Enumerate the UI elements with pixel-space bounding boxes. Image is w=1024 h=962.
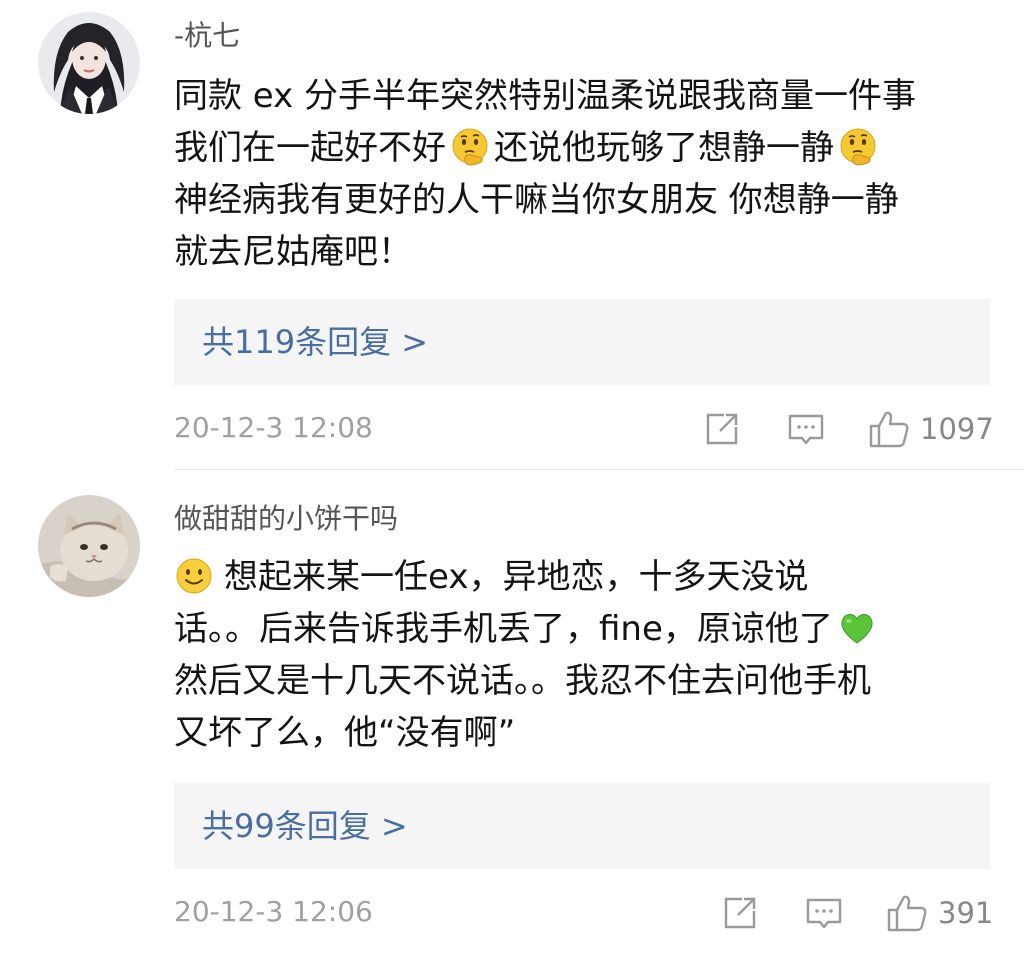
- thumbs-up-icon: [886, 893, 928, 933]
- comment-line-text: 还说他玩够了想静一静: [494, 128, 834, 168]
- share-button[interactable]: [702, 409, 742, 449]
- thinking-face-emoji-icon: [838, 127, 878, 167]
- comment-footer: 20-12-3 12:08 1097: [174, 407, 994, 451]
- share-button[interactable]: [720, 893, 760, 933]
- replies-box[interactable]: 共119条回复 >: [174, 299, 990, 385]
- username[interactable]: -杭七: [174, 22, 240, 50]
- view-replies-link[interactable]: 共99条回复 >: [202, 806, 408, 846]
- like-count: 1097: [920, 412, 994, 446]
- comment-line: 然后又是十几天不说话。。我忍不住去问他手机: [174, 661, 871, 701]
- comment-icon: [786, 409, 826, 449]
- username[interactable]: 做甜甜的小饼干吗: [174, 505, 398, 533]
- comment-text: 同款 ex 分手半年突然特别温柔说跟我商量一件事 我们在一起好不好 还说他玩够了想…: [174, 70, 994, 278]
- avatar-girl-portrait-icon: [38, 12, 140, 114]
- comment-button[interactable]: [786, 409, 826, 449]
- like-button[interactable]: 391: [886, 893, 994, 933]
- comment-text: 想起来某一任ex，异地恋，十多天没说 话。。后来告诉我手机丢了，fine，原谅他…: [174, 551, 994, 759]
- thinking-face-emoji-icon: [450, 127, 490, 167]
- avatar-cat-photo-icon: [38, 495, 140, 597]
- green-heart-emoji-icon: [837, 608, 877, 648]
- like-button[interactable]: 1097: [868, 409, 994, 449]
- comment-card: 做甜甜的小饼干吗 想起来某一任ex，异地恋，十多天没说 话。。后来告诉我手机丢了…: [0, 471, 1024, 962]
- comment-line: 神经病我有更好的人干嘛当你女朋友 你想静一静: [174, 180, 899, 220]
- view-replies-link[interactable]: 共119条回复 >: [202, 322, 428, 362]
- divider: [174, 469, 1024, 470]
- comment-line-text: 想起来某一任ex，异地恋，十多天没说: [224, 557, 809, 597]
- comment-line-text: 我们在一起好不好: [174, 128, 446, 168]
- comment-line: 我们在一起好不好 还说他玩够了想静一静: [174, 122, 994, 174]
- share-icon: [702, 409, 742, 449]
- comment-icon: [804, 893, 844, 933]
- timestamp: 20-12-3 12:08: [174, 411, 373, 444]
- avatar[interactable]: [38, 495, 140, 597]
- avatar[interactable]: [38, 12, 140, 114]
- comment-line: 想起来某一任ex，异地恋，十多天没说: [174, 551, 994, 603]
- timestamp: 20-12-3 12:06: [174, 895, 373, 928]
- comment-line: 就去尼姑庵吧！: [174, 232, 412, 272]
- comment-button[interactable]: [804, 893, 844, 933]
- comment-line-text: 话。。后来告诉我手机丢了，fine，原谅他了: [174, 609, 833, 649]
- comment-line: 又坏了么，他“没有啊”: [174, 713, 516, 753]
- comment-footer: 20-12-3 12:06 391: [174, 891, 994, 935]
- like-count: 391: [938, 896, 994, 930]
- comment-line: 话。。后来告诉我手机丢了，fine，原谅他了: [174, 603, 994, 655]
- comment-line: 同款 ex 分手半年突然特别温柔说跟我商量一件事: [174, 76, 917, 116]
- smiling-face-emoji-icon: [174, 556, 214, 596]
- comment-card: -杭七 同款 ex 分手半年突然特别温柔说跟我商量一件事 我们在一起好不好 还说他…: [0, 0, 1024, 470]
- thumbs-up-icon: [868, 409, 910, 449]
- share-icon: [720, 893, 760, 933]
- replies-box[interactable]: 共99条回复 >: [174, 783, 990, 869]
